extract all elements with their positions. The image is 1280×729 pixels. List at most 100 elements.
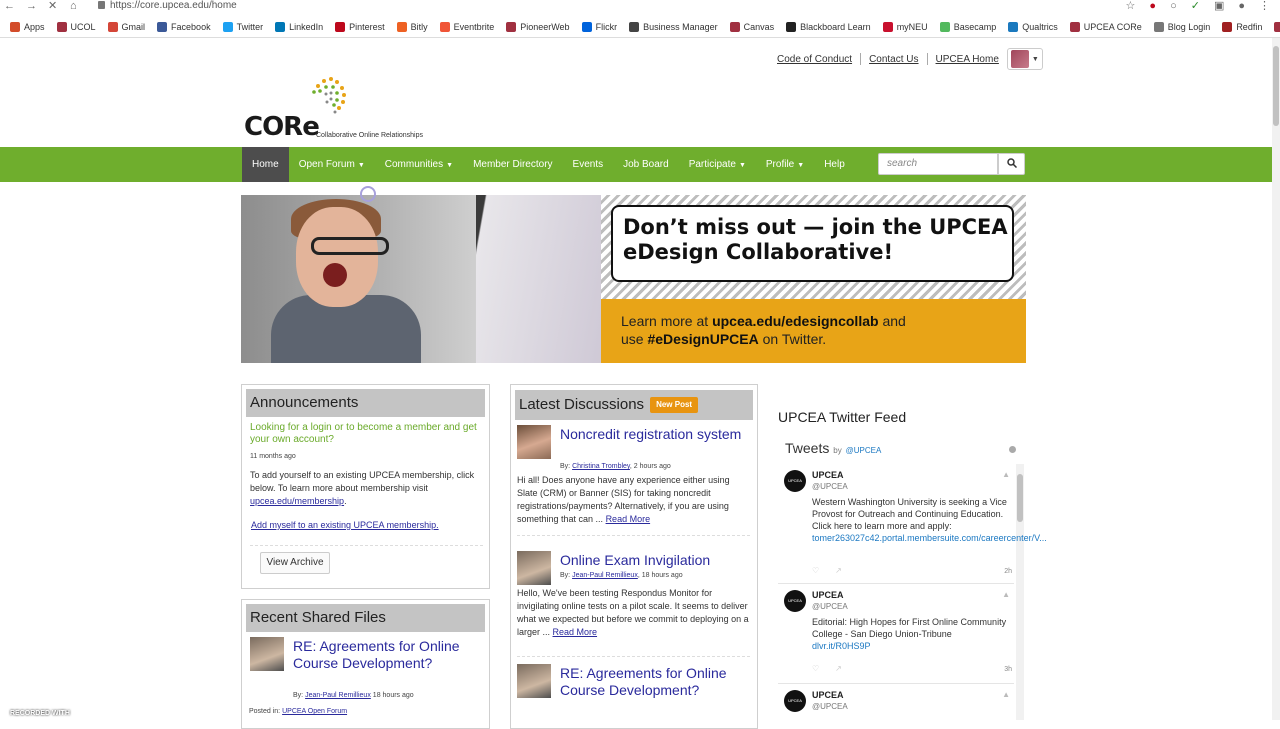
nav-item-home[interactable]: Home (242, 147, 289, 182)
nav-item-events[interactable]: Events (563, 147, 614, 182)
page-scrollbar[interactable] (1272, 38, 1280, 720)
kid-mouth (323, 263, 347, 287)
shared-file-title-link[interactable]: RE: Agreements for Online Course Develop… (293, 638, 473, 672)
check-extension-icon[interactable]: ✓ (1191, 0, 1200, 12)
membership-link[interactable]: upcea.edu/membership (250, 496, 344, 506)
author-avatar[interactable] (517, 664, 551, 698)
core-logo[interactable]: CORe Collaborative Online Relationships (244, 76, 424, 142)
bookmark-canvas[interactable]: Canvas (724, 22, 781, 32)
view-archive-button[interactable]: View Archive (260, 552, 330, 574)
menu-dots-icon[interactable]: ⋮ (1259, 0, 1270, 12)
url-field[interactable]: https://core.upcea.edu/home (110, 0, 237, 12)
upcea-avatar[interactable]: UPCEA (784, 690, 806, 712)
author-avatar[interactable] (250, 637, 284, 671)
nav-item-open-forum[interactable]: Open Forum ▼ (289, 147, 375, 182)
bookmark-myneu[interactable]: myNEU (877, 22, 934, 32)
bookmark-blog-login[interactable]: Blog Login (1148, 22, 1217, 32)
bookmark-eventbrite[interactable]: Eventbrite (434, 22, 501, 32)
author-link[interactable]: Christina Trombley (572, 463, 630, 470)
upcea-avatar[interactable]: UPCEA (784, 590, 806, 612)
nav-item-job-board[interactable]: Job Board (613, 147, 679, 182)
nav-item-profile[interactable]: Profile ▼ (756, 147, 814, 182)
promo-banner[interactable]: Don’t miss out — join the UPCEA eDesign … (241, 195, 1026, 363)
read-more-link[interactable]: Read More (553, 627, 598, 637)
tweet-link[interactable]: dlvr.it/R0HS9P (812, 641, 871, 651)
bookmark-flickr[interactable]: Flickr (576, 22, 624, 32)
back-arrow-icon[interactable]: ← (4, 0, 15, 12)
bookmark-linkedin[interactable]: LinkedIn (269, 22, 329, 32)
search-button[interactable] (998, 153, 1025, 175)
bookmark-lynda[interactable]: Lynda (1268, 22, 1280, 32)
bookmark-bitly[interactable]: Bitly (391, 22, 434, 32)
add-membership-link[interactable]: Add myself to an existing UPCEA membersh… (251, 519, 439, 532)
search-input[interactable]: search (878, 153, 998, 175)
tweet-author[interactable]: UPCEA (812, 590, 844, 600)
author-avatar[interactable] (517, 425, 551, 459)
bookmark-facebook[interactable]: Facebook (151, 22, 217, 32)
bookmark-business-manager[interactable]: Business Manager (623, 22, 724, 32)
pinterest-extension-icon[interactable]: ● (1149, 0, 1156, 12)
bookmark-ucol[interactable]: UCOL (51, 22, 102, 32)
heart-icon[interactable]: ♡ (812, 664, 819, 673)
tweet-time[interactable]: 3h (1004, 666, 1012, 673)
share-icon[interactable]: ↗ (835, 566, 842, 575)
nav-item-help[interactable]: Help (814, 147, 855, 182)
discussion-title-link[interactable]: Online Exam Invigilation (560, 552, 750, 569)
tweet-time[interactable]: 2h (1004, 568, 1012, 575)
code-of-conduct-link[interactable]: Code of Conduct (777, 54, 852, 65)
tweets-scrollbar[interactable] (1016, 464, 1024, 720)
author-link[interactable]: Jean-Paul Remillieux (572, 572, 638, 579)
tweet-handle[interactable]: @UPCEA (812, 702, 848, 711)
tweet-author[interactable]: UPCEA (812, 470, 844, 480)
star-icon[interactable]: ☆ (1126, 0, 1136, 12)
extension-icon[interactable]: ▣ (1214, 0, 1224, 12)
new-post-button[interactable]: New Post (650, 397, 699, 413)
announcement-title-link[interactable]: Looking for a login or to become a membe… (250, 422, 485, 446)
nav-item-communities[interactable]: Communities ▼ (375, 147, 463, 182)
user-menu[interactable]: ▼ (1006, 48, 1043, 70)
twitter-handle-link[interactable]: @UPCEA (846, 446, 882, 455)
bookmark-twitter[interactable]: Twitter (217, 22, 270, 32)
author-avatar[interactable] (517, 551, 551, 585)
twitter-bird-icon[interactable]: ▲ (1002, 590, 1010, 599)
upcea-home-link[interactable]: UPCEA Home (936, 54, 999, 65)
bookmark-blackboard-learn[interactable]: Blackboard Learn (780, 22, 877, 32)
tweet[interactable]: UPCEA UPCEA @UPCEA ▲ (778, 686, 1014, 720)
contact-us-link[interactable]: Contact Us (869, 54, 918, 65)
forward-arrow-icon[interactable]: → (26, 0, 37, 12)
tweet[interactable]: UPCEA UPCEA @UPCEA ▲ Editorial: High Hop… (778, 586, 1014, 684)
profile-avatar-icon[interactable]: ● (1238, 0, 1245, 12)
tweet-author[interactable]: UPCEA (812, 690, 844, 700)
extension-icon[interactable]: ○ (1170, 0, 1177, 12)
tweet-handle[interactable]: @UPCEA (812, 482, 848, 491)
tweet-link[interactable]: tomer263027c42.portal.membersuite.com/ca… (812, 533, 1047, 543)
scroll-thumb[interactable] (1273, 46, 1279, 126)
bookmark-pioneerweb[interactable]: PioneerWeb (500, 22, 575, 32)
nav-item-participate[interactable]: Participate ▼ (679, 147, 756, 182)
twitter-bird-icon[interactable]: ▲ (1002, 470, 1010, 479)
author-link[interactable]: Jean-Paul Remillieux (305, 692, 371, 699)
stop-loading-icon[interactable]: ✕ (48, 0, 57, 12)
bookmark-pinterest[interactable]: Pinterest (329, 22, 391, 32)
heart-icon[interactable]: ♡ (812, 566, 819, 575)
scroll-thumb[interactable] (1017, 474, 1023, 522)
tweet[interactable]: UPCEA UPCEA @UPCEA ▲ Western Washington … (778, 466, 1047, 584)
posted-in-link[interactable]: UPCEA Open Forum (282, 708, 347, 715)
chevron-down-icon: ▼ (446, 162, 454, 169)
info-icon[interactable] (1009, 446, 1016, 453)
bookmark-apps[interactable]: Apps (4, 22, 51, 32)
bookmark-redfin[interactable]: Redfin (1216, 22, 1268, 32)
discussion-title-link[interactable]: Noncredit registration system (560, 426, 750, 443)
bookmark-upcea-core[interactable]: UPCEA CORe (1064, 22, 1148, 32)
nav-item-member-directory[interactable]: Member Directory (463, 147, 562, 182)
tweet-handle[interactable]: @UPCEA (812, 602, 848, 611)
share-icon[interactable]: ↗ (835, 664, 842, 673)
bookmark-gmail[interactable]: Gmail (102, 22, 152, 32)
twitter-bird-icon[interactable]: ▲ (1002, 690, 1010, 699)
home-icon[interactable]: ⌂ (70, 0, 77, 12)
discussion-title-link[interactable]: RE: Agreements for Online Course Develop… (560, 665, 730, 699)
bookmark-basecamp[interactable]: Basecamp (934, 22, 1003, 32)
upcea-avatar[interactable]: UPCEA (784, 470, 806, 492)
read-more-link[interactable]: Read More (606, 514, 651, 524)
bookmark-qualtrics[interactable]: Qualtrics (1002, 22, 1064, 32)
